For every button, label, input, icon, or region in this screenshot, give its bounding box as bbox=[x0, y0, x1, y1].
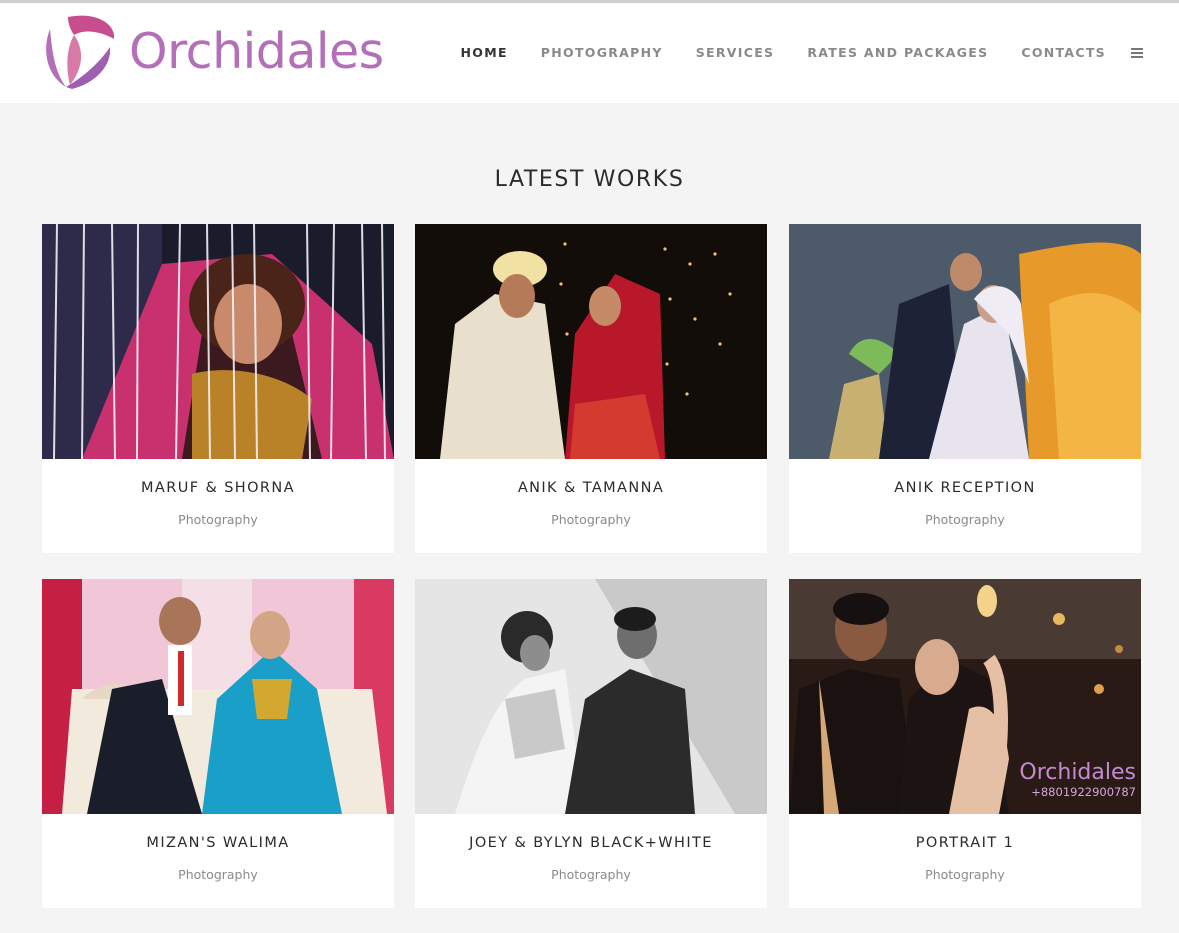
watermark-phone: +8801922900787 bbox=[1031, 785, 1136, 799]
work-title[interactable]: MIZAN'S WALIMA bbox=[42, 835, 394, 851]
work-card-anik-tamanna[interactable]: ANIK & TAMANNA Photography bbox=[415, 224, 767, 553]
work-category[interactable]: Photography bbox=[42, 867, 394, 882]
work-category[interactable]: Photography bbox=[42, 512, 394, 527]
work-title[interactable]: PORTRAIT 1 bbox=[789, 835, 1141, 851]
work-photo-mizans-walima[interactable] bbox=[42, 579, 394, 814]
work-photo-anik-reception[interactable] bbox=[789, 224, 1141, 459]
section-title: LATEST WORKS bbox=[494, 167, 685, 192]
work-card-anik-reception[interactable]: ANIK RECEPTION Photography bbox=[789, 224, 1141, 553]
main-nav: HOME PHOTOGRAPHY SERVICES RATES AND PACK… bbox=[428, 45, 1143, 60]
nav-contacts[interactable]: CONTACTS bbox=[1021, 45, 1106, 60]
work-card-joey-bylyn[interactable]: JOEY & BYLYN BLACK+WHITE Photography bbox=[415, 579, 767, 908]
orchid-logo-icon bbox=[46, 15, 115, 89]
photo-watermark: Orchidales +8801922900787 bbox=[1019, 760, 1136, 800]
work-title[interactable]: ANIK & TAMANNA bbox=[415, 480, 767, 496]
hamburger-menu-icon[interactable] bbox=[1131, 47, 1143, 58]
work-photo-portrait-1[interactable]: Orchidales +8801922900787 bbox=[789, 579, 1141, 814]
work-category[interactable]: Photography bbox=[415, 867, 767, 882]
work-photo-joey-bylyn[interactable] bbox=[415, 579, 767, 814]
work-title[interactable]: JOEY & BYLYN BLACK+WHITE bbox=[415, 835, 767, 851]
watermark-brand: Orchidales bbox=[1019, 760, 1136, 785]
work-card-portrait-1[interactable]: Orchidales +8801922900787 PORTRAIT 1 Pho… bbox=[789, 579, 1141, 908]
work-photo-anik-tamanna[interactable] bbox=[415, 224, 767, 459]
work-category[interactable]: Photography bbox=[415, 512, 767, 527]
site-header: Orchidales HOME PHOTOGRAPHY SERVICES RAT… bbox=[0, 3, 1179, 103]
nav-photography[interactable]: PHOTOGRAPHY bbox=[541, 45, 663, 60]
work-card-maruf-shorna[interactable]: MARUF & SHORNA Photography bbox=[42, 224, 394, 553]
site-logo[interactable]: Orchidales bbox=[40, 9, 384, 93]
work-title[interactable]: MARUF & SHORNA bbox=[42, 480, 394, 496]
nav-rates-and-packages[interactable]: RATES AND PACKAGES bbox=[807, 45, 988, 60]
nav-services[interactable]: SERVICES bbox=[696, 45, 775, 60]
work-title[interactable]: ANIK RECEPTION bbox=[789, 480, 1141, 496]
work-card-mizans-walima[interactable]: MIZAN'S WALIMA Photography bbox=[42, 579, 394, 908]
work-photo-maruf-shorna[interactable] bbox=[42, 224, 394, 459]
brand-name: Orchidales bbox=[129, 23, 384, 80]
nav-home[interactable]: HOME bbox=[461, 45, 508, 60]
work-category[interactable]: Photography bbox=[789, 867, 1141, 882]
work-category[interactable]: Photography bbox=[789, 512, 1141, 527]
